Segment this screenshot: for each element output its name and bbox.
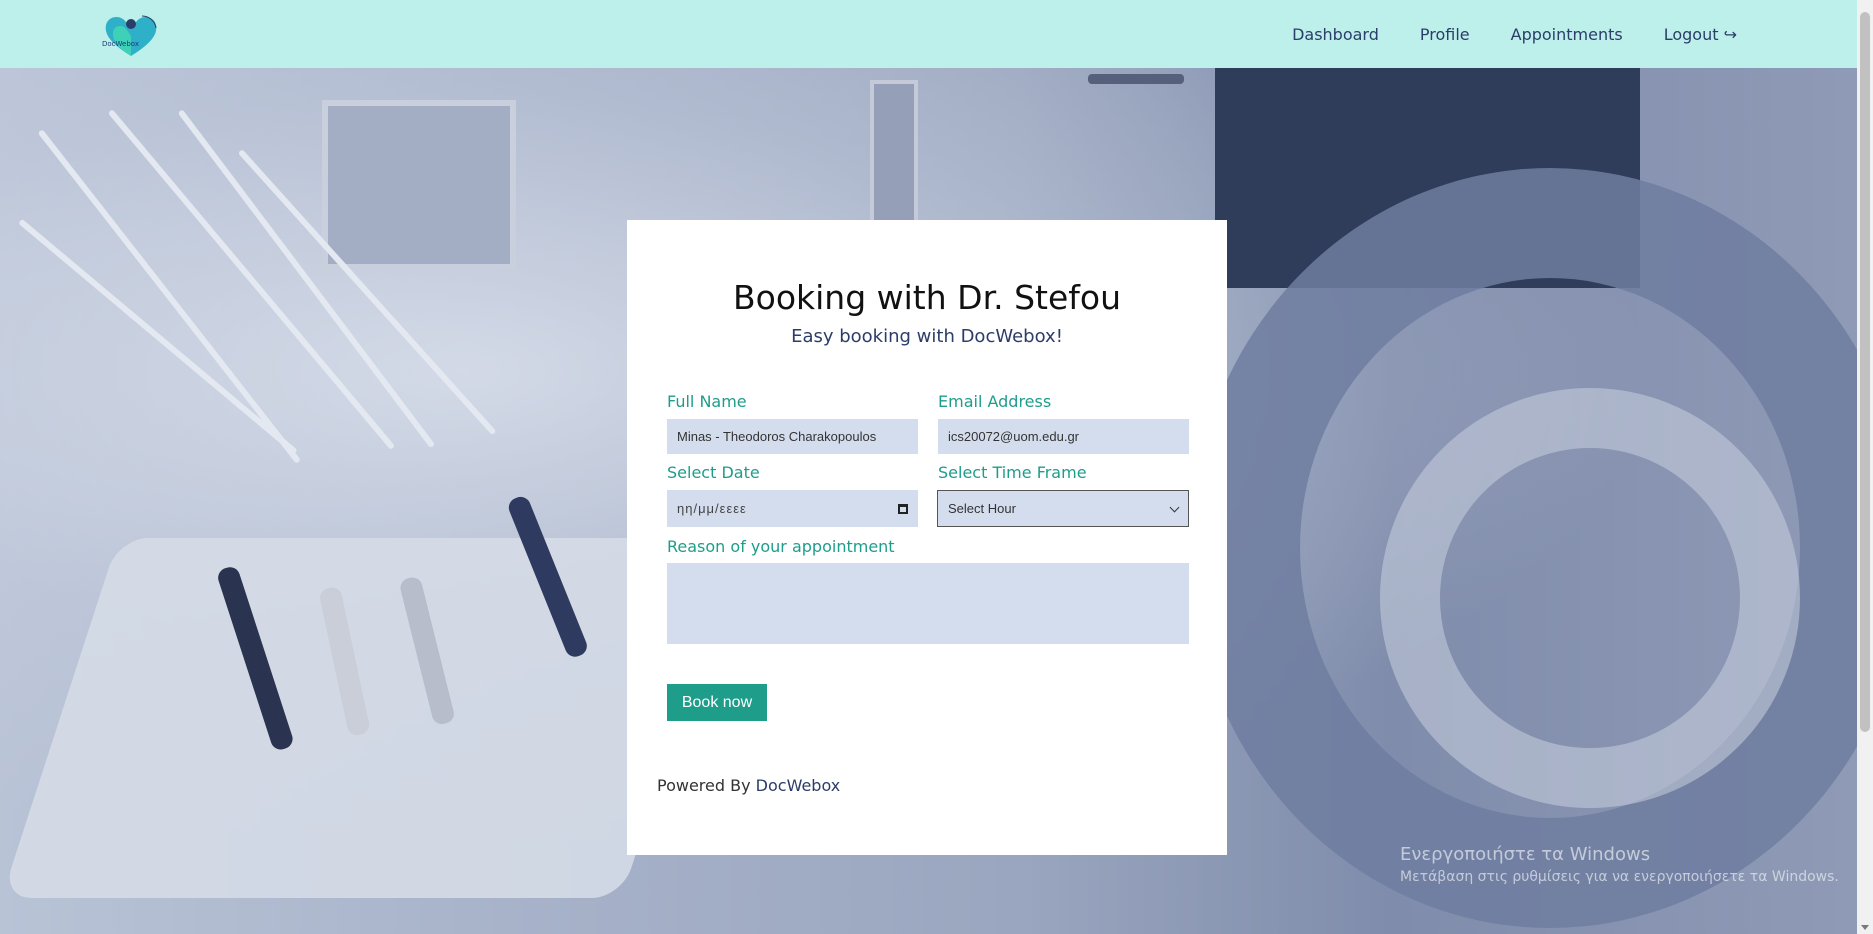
reason-textarea[interactable] — [667, 563, 1189, 644]
brand-logo[interactable]: DocWebox — [98, 10, 164, 60]
windows-activation-watermark: Ενεργοποιήστε τα Windows Μετάβαση στις ρ… — [1400, 844, 1839, 885]
bg-dental-lamp-ring — [1380, 388, 1800, 808]
powered-by-brand[interactable]: DocWebox — [756, 776, 841, 795]
date-picker[interactable]: ηη/μμ/εεεε — [667, 490, 918, 527]
time-frame-select[interactable]: Select Hour — [937, 490, 1189, 527]
time-frame-label: Select Time Frame — [938, 463, 1087, 482]
top-nav: Dashboard Profile Appointments Logout ↪ — [1292, 0, 1737, 68]
nav-profile[interactable]: Profile — [1420, 25, 1470, 44]
nav-appointments[interactable]: Appointments — [1511, 25, 1623, 44]
page-title: Booking with Dr. Stefou — [733, 278, 1121, 317]
booking-card: Booking with Dr. Stefou Easy booking wit… — [627, 220, 1227, 855]
bg-coat-hook — [1088, 74, 1184, 84]
scrollbar-thumb[interactable] — [1860, 12, 1870, 732]
date-label: Select Date — [667, 463, 760, 482]
full-name-field[interactable]: Minas - Theodoros Charakopoulos — [667, 419, 918, 454]
nav-dashboard[interactable]: Dashboard — [1292, 25, 1379, 44]
book-now-button[interactable]: Book now — [667, 684, 767, 721]
chevron-down-icon — [1169, 502, 1180, 512]
scroll-down-arrow-icon[interactable] — [1861, 925, 1869, 930]
watermark-line2: Μετάβαση στις ρυθμίσεις για να ενεργοποι… — [1400, 869, 1839, 885]
navbar: DocWebox Dashboard Profile Appointments … — [0, 0, 1857, 68]
svg-text:DocWebox: DocWebox — [102, 40, 139, 48]
time-frame-selected: Select Hour — [948, 501, 1016, 516]
calendar-icon[interactable] — [898, 503, 908, 514]
full-name-value: Minas - Theodoros Charakopoulos — [677, 429, 877, 444]
nav-logout[interactable]: Logout ↪ — [1664, 25, 1737, 44]
powered-by-prefix: Powered By — [657, 776, 751, 795]
full-name-label: Full Name — [667, 392, 747, 411]
watermark-line1: Ενεργοποιήστε τα Windows — [1400, 844, 1651, 865]
email-value: ics20072@uom.edu.gr — [948, 429, 1079, 444]
powered-by: Powered By DocWebox — [657, 776, 840, 795]
email-label: Email Address — [938, 392, 1052, 411]
heart-logo-icon: DocWebox — [102, 15, 157, 56]
page-subtitle: Easy booking with DocWebox! — [791, 326, 1063, 347]
page-scrollbar[interactable] — [1857, 0, 1873, 934]
reason-label: Reason of your appointment — [667, 537, 895, 556]
bg-picture-frame — [322, 100, 516, 270]
date-placeholder: ηη/μμ/εεεε — [677, 501, 747, 516]
email-field[interactable]: ics20072@uom.edu.gr — [938, 419, 1189, 454]
